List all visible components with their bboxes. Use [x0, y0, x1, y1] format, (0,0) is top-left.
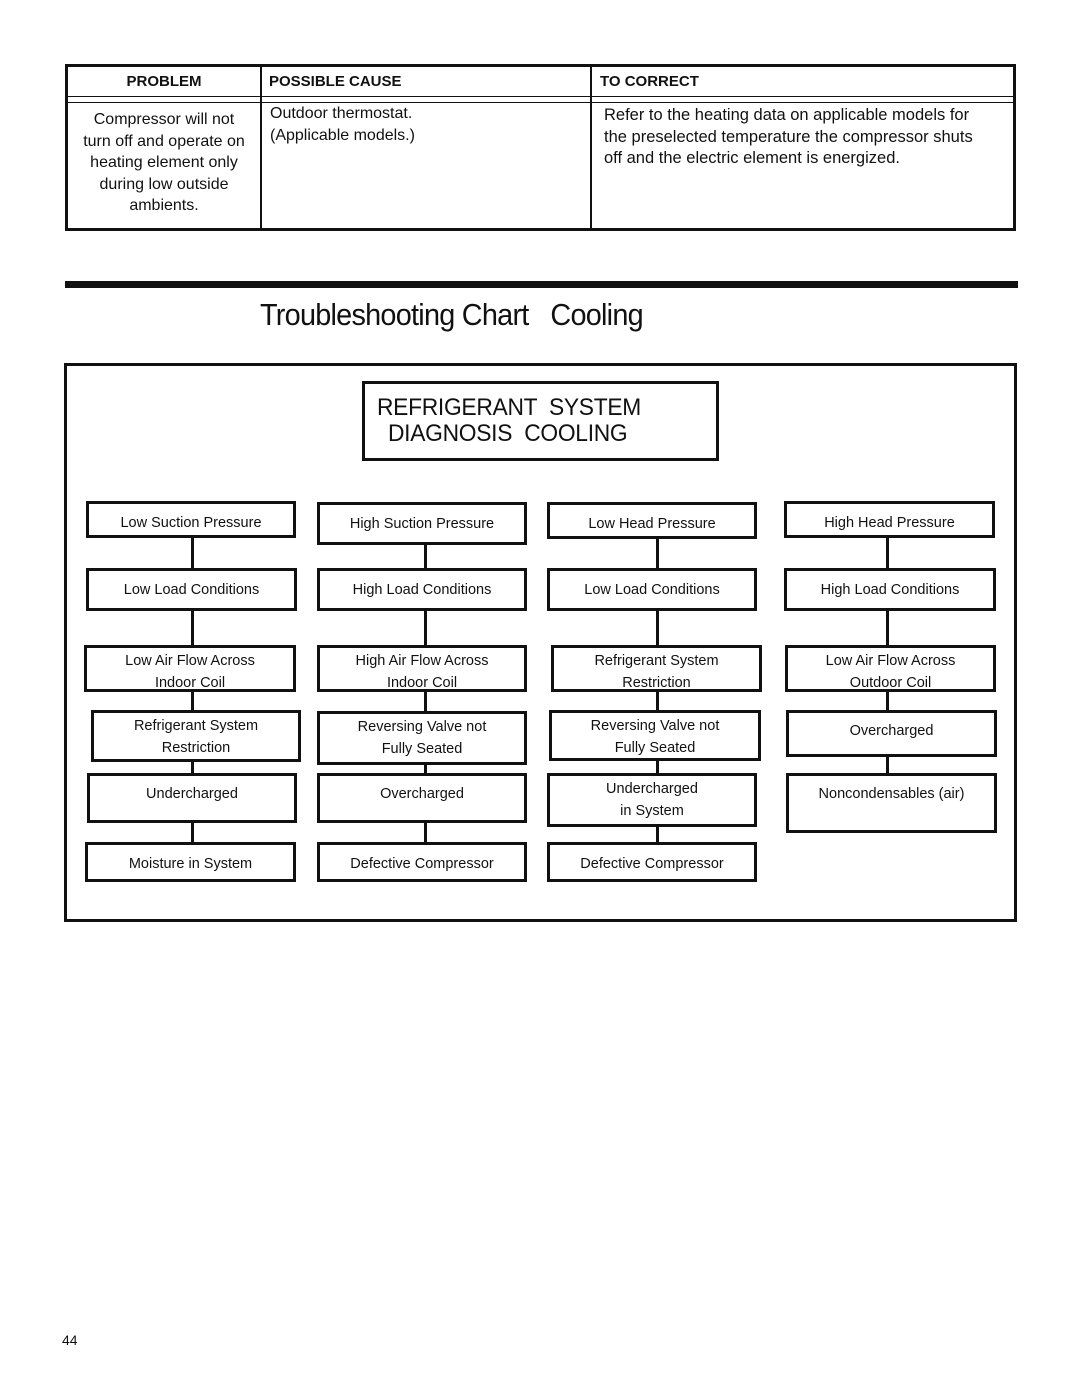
table-column-divider	[260, 67, 262, 228]
problem-line: during low outside	[99, 175, 229, 193]
box-text-line: Fully Seated	[381, 741, 463, 757]
box-text-line: Indoor Coil	[154, 675, 226, 691]
flow-connector	[424, 609, 427, 647]
box-text-line: Refrigerant System	[133, 718, 259, 734]
box-text-line: Reversing Valve not	[590, 718, 720, 734]
header-to-correct: TO CORRECT	[600, 73, 699, 90]
box-text-line: Low Load Conditions	[123, 582, 260, 598]
problem-line: heating element only	[90, 154, 238, 171]
diagnosis-box-low-head-1: Low Head Pressure	[547, 502, 757, 539]
box-text-line: Reversing Valve not	[357, 719, 487, 735]
cell-possible-cause: Outdoor thermostat. (Applicable models.)	[270, 103, 415, 146]
diagnosis-box-high-head-1: High Head Pressure	[784, 501, 995, 538]
cause-line: Outdoor thermostat.	[270, 105, 413, 122]
box-text-line: High Head Pressure	[824, 515, 955, 531]
box-text-line: High Suction Pressure	[349, 516, 495, 532]
diagnosis-title-line2: DIAGNOSIS COOLING	[388, 420, 628, 447]
diagnosis-box-low-suction-6: Moisture in System	[85, 842, 296, 882]
diagnosis-box-low-suction-4: Refrigerant System Restriction	[91, 710, 301, 762]
header-problem: PROBLEM	[126, 73, 202, 90]
diagnosis-box-high-head-2: High Load Conditions	[784, 568, 996, 611]
table-header-divider	[68, 96, 1013, 97]
box-text-line: Moisture in System	[128, 856, 253, 872]
box-text-line: Refrigerant System	[594, 653, 719, 669]
table-header-divider-double	[68, 102, 1013, 103]
box-text-line: Noncondensables (air)	[818, 786, 965, 802]
box-text-line: Low Air Flow Across	[825, 653, 956, 669]
box-text-line: Overcharged	[380, 786, 464, 802]
diagnosis-box-low-head-2: Low Load Conditions	[547, 568, 757, 611]
header-possible-cause: POSSIBLE CAUSE	[269, 73, 402, 90]
problem-line: Compressor will not	[93, 111, 235, 128]
box-text-line: Low Air Flow Across	[125, 653, 255, 669]
section-rule	[65, 281, 1018, 288]
diagnosis-box-high-suction-3: High Air Flow Across Indoor Coil	[317, 645, 527, 692]
flow-connector	[886, 536, 889, 570]
cause-line: (Applicable models.)	[270, 126, 415, 144]
box-text-line: Outdoor Coil	[849, 675, 932, 691]
diagnosis-box-high-suction-1: High Suction Pressure	[317, 502, 527, 545]
diagnosis-box-low-suction-5: Undercharged	[87, 773, 297, 823]
correct-line: Refer to the heating data on applicable …	[604, 106, 970, 124]
diagnosis-box-low-suction-3: Low Air Flow Across Indoor Coil	[84, 645, 296, 692]
diagnosis-box-high-suction-5: Overcharged	[317, 773, 527, 823]
flow-connector	[191, 821, 194, 844]
box-text-line: Undercharged	[146, 786, 238, 802]
diagnosis-box-low-head-3: Refrigerant System Restriction	[551, 645, 762, 692]
flow-connector	[656, 609, 659, 647]
flow-connector	[886, 609, 889, 647]
correct-line: the preselected temperature the compress…	[604, 127, 973, 146]
box-text-line: Restriction	[161, 740, 231, 756]
box-text-line: Indoor Coil	[386, 675, 458, 691]
box-text-line: High Air Flow Across	[355, 653, 489, 669]
diagnosis-box-high-head-5: Noncondensables (air)	[786, 773, 997, 833]
cell-problem: Compressor will not turn off and operate…	[68, 109, 260, 217]
diagnosis-box-low-head-4: Reversing Valve not Fully Seated	[549, 710, 761, 761]
box-text-line: Undercharged	[606, 781, 698, 797]
diagnosis-box-high-suction-6: Defective Compressor	[317, 842, 527, 882]
box-text-line: Fully Seated	[614, 740, 696, 756]
problem-line: turn off and operate on	[83, 132, 245, 150]
box-text-line: Low Load Conditions	[584, 582, 720, 598]
correct-line: off and the electric element is energize…	[604, 149, 900, 167]
diagnosis-box-low-suction-1: Low Suction Pressure	[86, 501, 296, 538]
flow-connector	[191, 609, 194, 647]
page-number: 44	[62, 1332, 78, 1348]
box-text-line: Overcharged	[849, 723, 934, 739]
flow-connector	[191, 536, 194, 570]
box-text-line: Low Head Pressure	[588, 516, 716, 532]
box-text-line: Defective Compressor	[350, 856, 494, 872]
diagnosis-title-box: REFRIGERANT SYSTEM DIAGNOSIS COOLING	[362, 381, 719, 461]
flow-connector	[424, 821, 427, 844]
diagnosis-box-high-head-4: Overcharged	[786, 710, 997, 757]
box-text-line: High Load Conditions	[820, 582, 960, 598]
cell-to-correct: Refer to the heating data on applicable …	[604, 105, 973, 170]
diagnosis-box-low-head-5: Undercharged in System	[547, 773, 757, 827]
diagnosis-box-high-head-3: Low Air Flow Across Outdoor Coil	[785, 645, 996, 692]
troubleshooting-table: PROBLEM POSSIBLE CAUSE TO CORRECT Compre…	[65, 64, 1016, 231]
box-text-line: Defective Compressor	[580, 856, 724, 872]
flow-connector	[886, 755, 889, 775]
box-text-line: Restriction	[622, 675, 691, 691]
box-text-line: High Load Conditions	[352, 582, 492, 598]
flow-connector	[424, 543, 427, 570]
box-text-line: Low Suction Pressure	[120, 515, 262, 531]
page-title: Troubleshooting Chart Cooling	[260, 297, 644, 332]
diagnosis-box-low-head-6: Defective Compressor	[547, 842, 757, 882]
problem-line: ambients.	[129, 197, 199, 214]
box-text-line: in System	[620, 803, 684, 819]
diagnosis-box-high-suction-2: High Load Conditions	[317, 568, 527, 611]
diagnosis-box-high-suction-4: Reversing Valve not Fully Seated	[317, 711, 527, 765]
diagnosis-box-low-suction-2: Low Load Conditions	[86, 568, 297, 611]
table-column-divider	[590, 67, 592, 228]
diagnosis-title-line1: REFRIGERANT SYSTEM	[377, 394, 642, 421]
flow-connector	[656, 537, 659, 570]
